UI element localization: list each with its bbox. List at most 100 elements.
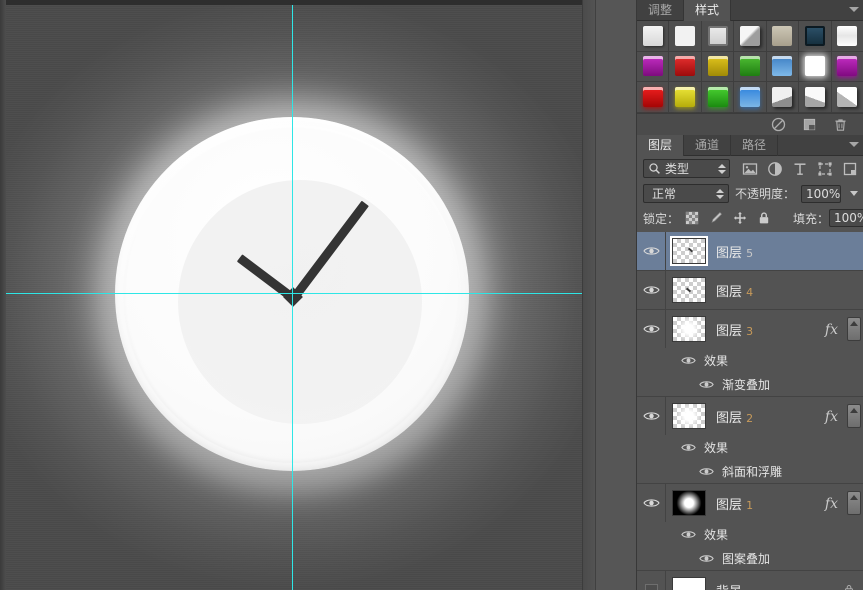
blend-mode-dropdown[interactable]: 正常 <box>643 184 729 203</box>
document-left-edge <box>0 0 6 590</box>
search-icon <box>649 163 660 174</box>
layer-thumbnail-background[interactable] <box>672 577 706 590</box>
tab-layers[interactable]: 图层 <box>637 135 685 156</box>
style-swatch[interactable] <box>831 51 863 83</box>
lock-icon-group <box>685 211 771 225</box>
layer-visibility-toggle-2[interactable] <box>637 397 666 435</box>
style-swatch[interactable] <box>701 82 735 113</box>
filter-type-icon[interactable] <box>792 161 808 177</box>
style-swatch[interactable] <box>734 82 767 113</box>
layer-row-background[interactable]: 背景 <box>637 571 863 590</box>
canvas-vertical-scrollbar[interactable] <box>582 0 595 590</box>
layer-list[interactable]: 图层 5 图层 4 图层 3 fx 效果 渐变叠加 图层 2 fx 效果 斜面和… <box>637 232 863 590</box>
layer-group: 图层 1 fx 效果 图案叠加 <box>637 484 863 571</box>
style-swatch[interactable] <box>766 51 800 83</box>
filter-pixel-icon[interactable] <box>742 161 758 177</box>
eye-icon <box>681 530 696 538</box>
layer-visibility-toggle-4[interactable] <box>637 271 666 309</box>
style-swatch[interactable] <box>669 82 702 113</box>
layer-effects-header-1[interactable]: 效果 <box>637 522 863 546</box>
style-swatch[interactable] <box>799 51 832 83</box>
layer-thumbnail-2[interactable] <box>672 403 706 429</box>
lock-all-icon[interactable] <box>757 211 771 225</box>
style-swatch[interactable] <box>701 51 735 83</box>
style-swatch[interactable] <box>637 82 670 113</box>
styles-panel-footer <box>637 113 863 135</box>
tab-channels[interactable]: 通道 <box>684 135 732 156</box>
new-page-icon[interactable] <box>802 117 817 132</box>
layer-name-background: 背景 <box>716 581 742 590</box>
layer-name-5: 图层 5 <box>716 245 754 261</box>
style-swatch[interactable] <box>734 51 767 83</box>
layer-row-2[interactable]: 图层 2 fx <box>637 397 863 435</box>
chevron-updown-icon <box>716 187 725 200</box>
eye-icon <box>699 554 714 562</box>
layer-row-4[interactable]: 图层 4 <box>637 271 863 309</box>
layers-panel-menu-icon[interactable] <box>849 142 859 147</box>
tab-adjustments[interactable]: 调整 <box>637 0 685 21</box>
layer-group: 图层 4 <box>637 271 863 310</box>
styles-panel-menu-icon[interactable] <box>849 7 859 12</box>
layer-visibility-toggle-background[interactable] <box>637 571 666 590</box>
layer-row-5[interactable]: 图层 5 <box>637 232 863 270</box>
layer-fx-expand-toggle-3[interactable] <box>847 317 861 341</box>
effect-name: 图案叠加 <box>722 551 771 566</box>
layer-thumbnail-4[interactable] <box>672 277 706 303</box>
style-swatch[interactable] <box>637 51 670 83</box>
lock-transparency-icon[interactable] <box>685 211 699 225</box>
effects-label-1: 效果 <box>704 527 729 542</box>
layer-thumbnail-3[interactable] <box>672 316 706 342</box>
style-swatch[interactable] <box>669 21 702 52</box>
layer-filter-type-dropdown[interactable]: 类型 <box>643 159 730 178</box>
layer-effect-item-1-0[interactable]: 图案叠加 <box>637 546 863 570</box>
lock-image-icon[interactable] <box>709 211 723 225</box>
document-canvas[interactable] <box>0 0 583 590</box>
lock-position-icon[interactable] <box>733 211 747 225</box>
filter-shape-icon[interactable] <box>817 161 833 177</box>
layer-thumbnail-1[interactable] <box>672 490 706 516</box>
style-swatch[interactable] <box>669 51 702 83</box>
fill-value[interactable]: 100% <box>829 209 863 227</box>
fill-label: 填充： <box>793 211 830 226</box>
eye-icon <box>642 286 660 294</box>
layer-fx-expand-toggle-1[interactable] <box>847 491 861 515</box>
style-swatch[interactable] <box>799 21 832 52</box>
style-swatch[interactable] <box>831 21 863 52</box>
layer-fx-badge-3[interactable]: fx <box>825 322 838 338</box>
opacity-slider-caret-icon[interactable] <box>850 191 858 196</box>
tab-paths[interactable]: 路径 <box>731 135 779 156</box>
layer-filter-row: 类型 <box>637 156 863 181</box>
style-swatch[interactable] <box>734 21 767 52</box>
no-style-icon[interactable] <box>771 117 786 132</box>
eye-icon <box>642 412 660 420</box>
layer-visibility-toggle-1[interactable] <box>637 484 666 522</box>
layer-visibility-toggle-5[interactable] <box>637 232 666 270</box>
layer-fx-badge-1[interactable]: fx <box>825 496 838 512</box>
filter-smartobject-icon[interactable] <box>842 161 858 177</box>
layer-fx-expand-toggle-2[interactable] <box>847 404 861 428</box>
blend-mode-value: 正常 <box>652 187 677 201</box>
opacity-label: 不透明度： <box>734 187 795 201</box>
layer-effects-header-2[interactable]: 效果 <box>637 435 863 459</box>
document-top-edge <box>0 0 583 5</box>
style-swatch[interactable] <box>799 82 832 113</box>
trash-icon[interactable] <box>833 117 848 132</box>
style-swatch[interactable] <box>831 82 863 113</box>
layer-fx-badge-2[interactable]: fx <box>825 409 838 425</box>
effects-label-2: 效果 <box>704 440 729 455</box>
tab-styles[interactable]: 样式 <box>684 0 732 21</box>
layer-row-3[interactable]: 图层 3 fx <box>637 310 863 348</box>
layer-visibility-toggle-3[interactable] <box>637 310 666 348</box>
style-swatch[interactable] <box>766 21 800 52</box>
layer-effect-item-3-0[interactable]: 渐变叠加 <box>637 372 863 396</box>
style-swatch[interactable] <box>766 82 800 113</box>
opacity-value[interactable]: 100% <box>801 184 841 203</box>
layer-thumbnail-5[interactable] <box>670 236 708 266</box>
layer-effect-item-2-0[interactable]: 斜面和浮雕 <box>637 459 863 483</box>
style-swatch[interactable] <box>637 21 670 52</box>
layer-effects-header-3[interactable]: 效果 <box>637 348 863 372</box>
layer-row-1[interactable]: 图层 1 fx <box>637 484 863 522</box>
filter-adjustment-icon[interactable] <box>767 161 783 177</box>
style-swatch[interactable] <box>701 21 735 52</box>
eye-icon <box>681 443 696 451</box>
